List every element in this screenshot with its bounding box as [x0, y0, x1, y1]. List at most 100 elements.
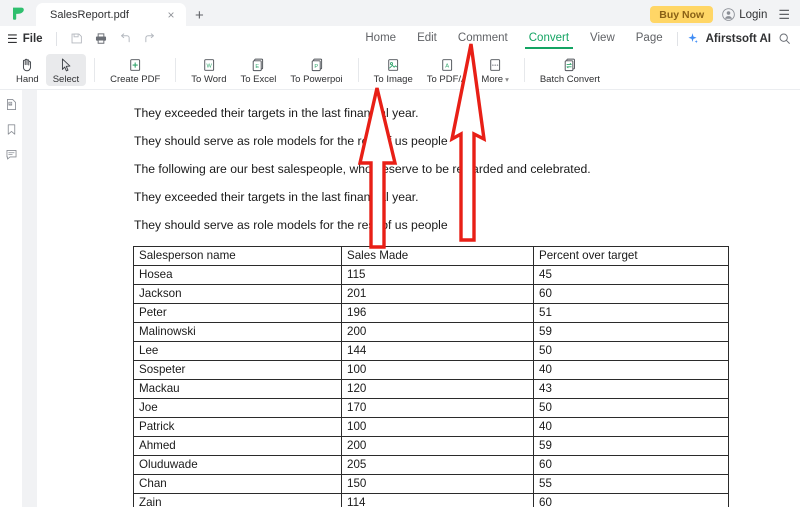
document-tab-title: SalesReport.pdf [50, 8, 129, 21]
search-icon[interactable] [778, 32, 791, 45]
table-cell: Oluduwade [133, 455, 342, 475]
window-menu-icon[interactable]: ☰ [776, 7, 792, 23]
table-cell: Jackson [133, 284, 342, 304]
tool-to-image[interactable]: To Image [367, 54, 420, 86]
redo-icon[interactable] [143, 32, 156, 45]
table-cell: 150 [341, 474, 534, 494]
tab-edit[interactable]: Edit [417, 32, 437, 46]
window-tab-bar-right: Buy Now Login ☰ [650, 6, 800, 26]
table-cell: Malinowski [133, 322, 342, 342]
divider [175, 58, 177, 82]
page-gutter [22, 90, 37, 507]
document-tab[interactable]: SalesReport.pdf × [36, 3, 186, 26]
more-icon [487, 56, 503, 73]
app-logo [0, 0, 36, 26]
to-powerpoint-icon: P [309, 56, 325, 73]
bookmark-icon[interactable] [5, 123, 18, 136]
ai-and-search-group: Afirstsoft AI [686, 32, 800, 45]
divider [676, 31, 678, 46]
svg-text:P: P [314, 64, 318, 70]
close-tab-icon[interactable]: × [164, 9, 178, 21]
table-cell: 115 [341, 265, 534, 285]
document-paragraph: They exceeded their targets in the last … [134, 106, 419, 120]
buy-now-button[interactable]: Buy Now [650, 6, 714, 23]
tool-batch-convert[interactable]: Batch Convert [533, 54, 607, 86]
table-cell: 40 [533, 417, 729, 437]
afirstsoft-leaf-logo-icon [12, 7, 24, 20]
table-cell: Sospeter [133, 360, 342, 380]
login-button[interactable]: Login [722, 8, 767, 21]
tool-to-powerpoint[interactable]: P To Powerpoi [283, 54, 349, 86]
salespeople-table: Salesperson name Sales Made Percent over… [133, 246, 729, 507]
left-sidebar-rail [0, 90, 22, 507]
table-cell: 40 [533, 360, 729, 380]
comment-icon[interactable] [5, 148, 18, 161]
table-cell: 51 [533, 303, 729, 323]
tool-more[interactable]: More ▾ [474, 54, 515, 86]
table-row: Hosea 115 45 [133, 265, 729, 285]
table-header-cell: Percent over target [533, 246, 729, 266]
divider [357, 58, 359, 82]
thumbnails-icon[interactable] [5, 98, 18, 111]
to-excel-icon: E [250, 56, 266, 73]
tab-page[interactable]: Page [636, 32, 663, 46]
tab-comment[interactable]: Comment [458, 32, 508, 46]
table-cell: 170 [341, 398, 534, 418]
table-cell: 55 [533, 474, 729, 494]
to-word-icon: W [201, 56, 217, 73]
menu-bar: ☰ File Home Edit Comment Convert View Pa… [0, 26, 800, 51]
table-cell: 201 [341, 284, 534, 304]
table-row: Patrick 100 40 [133, 417, 729, 437]
table-cell: Peter [133, 303, 342, 323]
main-hamburger-icon[interactable]: ☰ [7, 32, 18, 46]
pdf-page-canvas[interactable]: They exceeded their targets in the last … [37, 90, 800, 507]
divider [55, 31, 57, 46]
tool-to-pdfa[interactable]: A To PDF/A [420, 54, 475, 86]
file-menu-button[interactable]: File [23, 33, 43, 45]
table-cell: 120 [341, 379, 534, 399]
table-cell: Lee [133, 341, 342, 361]
table-header-cell: Salesperson name [133, 246, 342, 266]
table-header-cell: Sales Made [341, 246, 534, 266]
tool-to-excel[interactable]: E To Excel [233, 54, 283, 86]
to-image-icon [385, 56, 401, 73]
tool-select[interactable]: Select [45, 54, 87, 86]
create-pdf-icon [127, 56, 143, 73]
svg-text:W: W [206, 63, 212, 69]
table-header-row: Salesperson name Sales Made Percent over… [133, 246, 729, 266]
table-cell: 59 [533, 436, 729, 456]
afirstsoft-ai-button[interactable]: Afirstsoft AI [706, 33, 771, 45]
tool-to-powerpoint-label: To Powerpoi [290, 74, 343, 85]
table-cell: 50 [533, 341, 729, 361]
table-row: Malinowski 200 59 [133, 322, 729, 342]
table-cell: 200 [341, 436, 534, 456]
table-row: Zain 114 60 [133, 493, 729, 507]
tab-home[interactable]: Home [365, 32, 396, 46]
tab-convert[interactable]: Convert [524, 32, 574, 49]
login-label: Login [739, 8, 768, 21]
save-icon[interactable] [70, 32, 83, 45]
undo-icon[interactable] [119, 32, 132, 45]
svg-text:A: A [445, 63, 449, 69]
window-tab-bar: SalesReport.pdf × + Buy Now Login ☰ [0, 0, 800, 26]
sparkle-icon [688, 33, 698, 44]
tool-more-label: More ▾ [481, 74, 508, 85]
table-cell: Mackau [133, 379, 342, 399]
tool-create-pdf-label: Create PDF [110, 74, 161, 85]
table-cell: Chan [133, 474, 342, 494]
table-cell: 200 [341, 322, 534, 342]
document-paragraph: The following are our best salespeople, … [134, 162, 591, 176]
tool-to-word-label: To Word [191, 74, 227, 85]
new-tab-icon[interactable]: + [195, 8, 204, 26]
print-icon[interactable] [94, 32, 108, 45]
table-cell: Joe [133, 398, 342, 418]
tool-hand[interactable]: Hand [9, 54, 46, 86]
tab-view[interactable]: View [590, 32, 615, 46]
table-row: Jackson 201 60 [133, 284, 729, 304]
table-cell: 144 [341, 341, 534, 361]
document-paragraph: They should serve as role models for the… [134, 134, 448, 148]
tool-to-word[interactable]: W To Word [184, 54, 233, 86]
table-cell: 60 [533, 493, 729, 507]
hand-icon [19, 56, 35, 73]
tool-create-pdf[interactable]: Create PDF [103, 54, 167, 86]
